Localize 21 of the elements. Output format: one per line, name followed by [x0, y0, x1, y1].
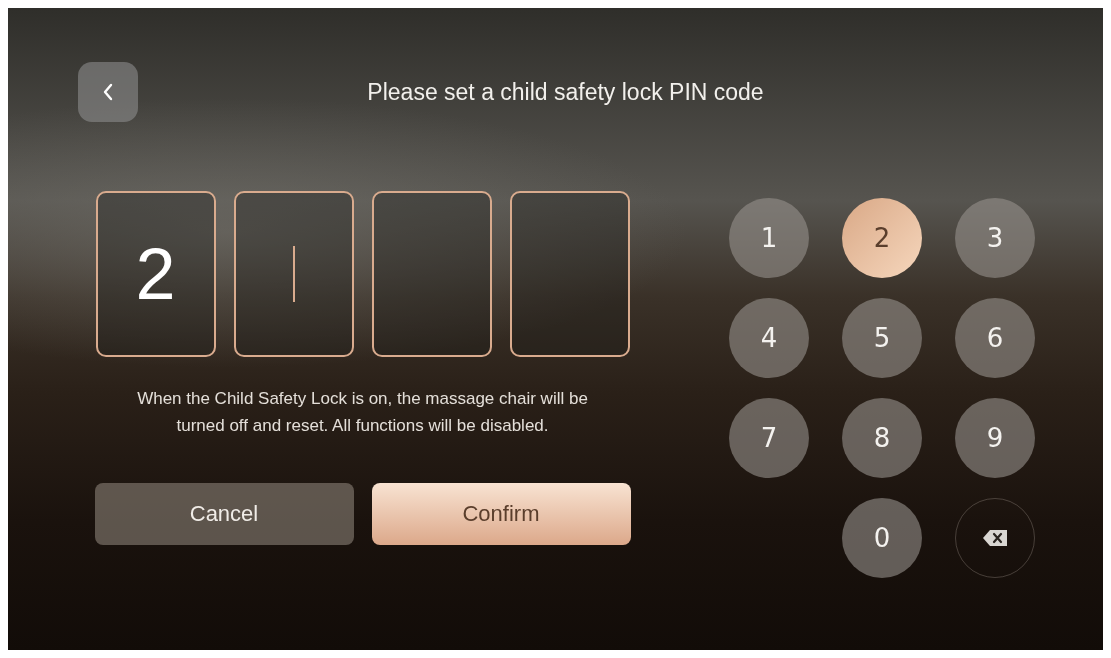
keypad-key[interactable]: 5: [842, 298, 922, 378]
keypad-key[interactable]: 6: [955, 298, 1035, 378]
notice-text: When the Child Safety Lock is on, the massage chair will be turned off and reset. All functions will be disabled.: [136, 388, 589, 437]
keypad-key[interactable]: 8: [842, 398, 922, 478]
keypad-key[interactable]: 7: [729, 398, 809, 478]
confirm-button[interactable]: Confirm: [371, 483, 631, 545]
keypad-key[interactable]: 9: [955, 398, 1035, 478]
keypad-key[interactable]: 4: [729, 298, 809, 378]
page-title: Please set a child safety lock PIN code: [366, 78, 765, 106]
cancel-button[interactable]: Cancel: [94, 483, 354, 545]
keypad-key[interactable]: 2: [842, 198, 922, 278]
pin-digit-box[interactable]: [371, 191, 492, 357]
keypad-key[interactable]: 0: [842, 498, 922, 578]
pin-digit-box[interactable]: [509, 191, 630, 357]
text-cursor: [292, 246, 295, 302]
backspace-icon: [982, 529, 1008, 547]
keypad-key[interactable]: 1: [729, 198, 809, 278]
pin-digit-box[interactable]: [233, 191, 354, 357]
keypad-key[interactable]: 3: [955, 198, 1035, 278]
chevron-left-icon: [102, 83, 114, 101]
pin-digit-box[interactable]: 2: [95, 191, 216, 357]
